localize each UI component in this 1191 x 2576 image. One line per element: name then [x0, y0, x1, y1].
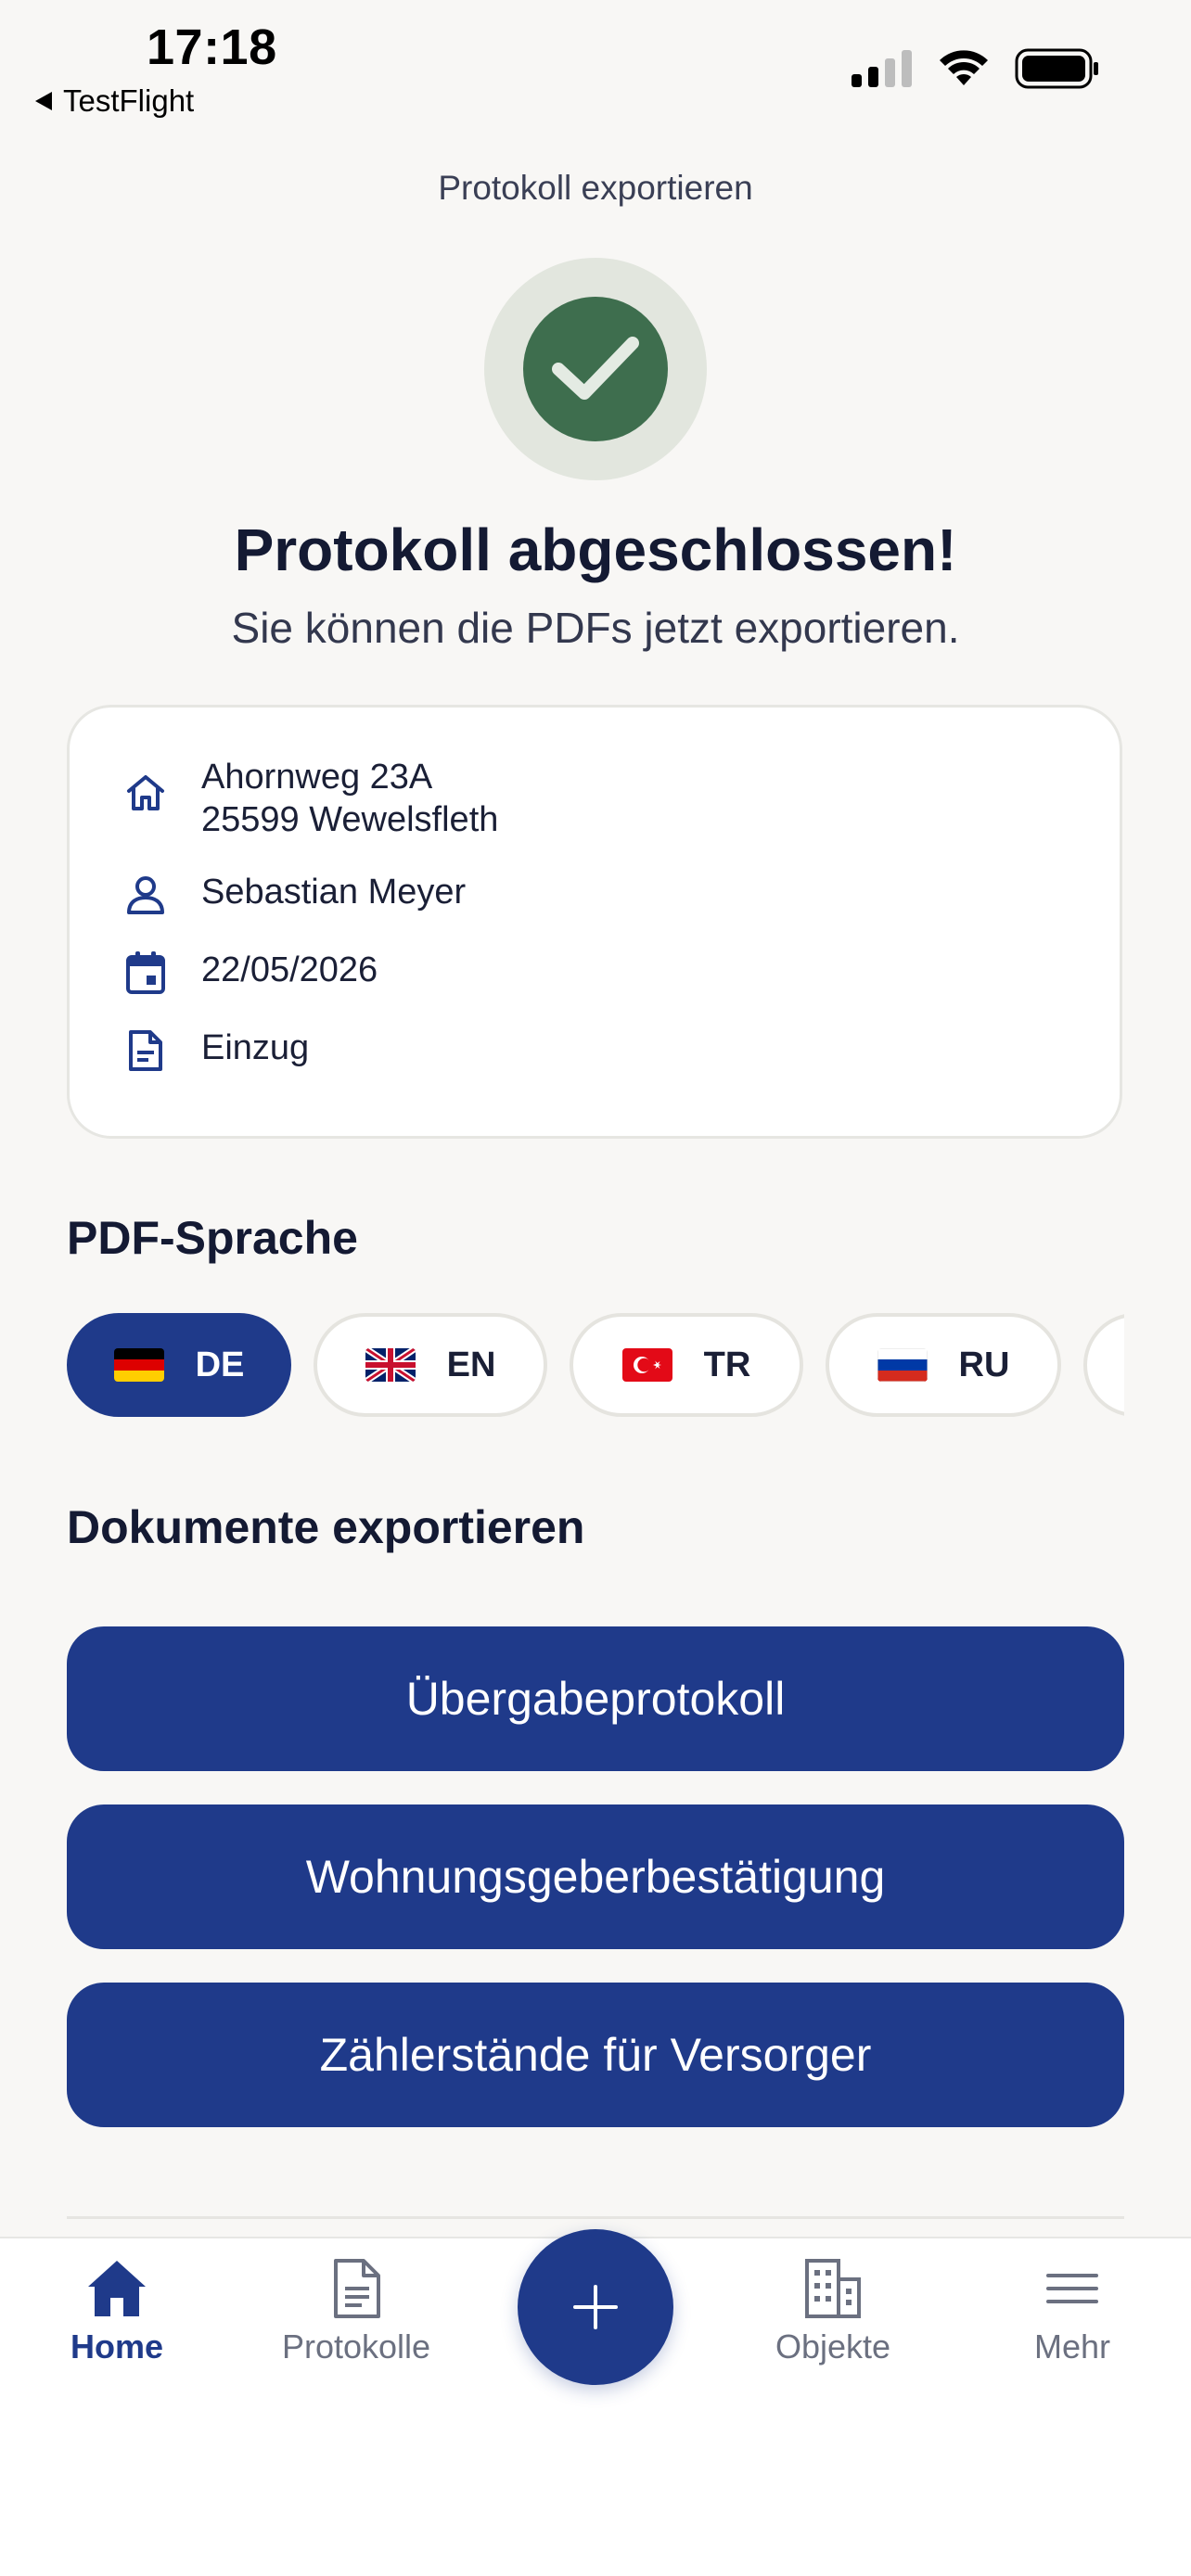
language-chip-de[interactable]: DE	[67, 1313, 291, 1417]
protocol-info-card: Ahornweg 23A 25599 Wewelsfleth Sebastian…	[67, 705, 1122, 1139]
add-protocol-button[interactable]	[518, 2229, 673, 2385]
back-app-label: TestFlight	[63, 83, 195, 118]
protocol-date: 22/05/2026	[201, 950, 378, 989]
export-handover-protocol-button[interactable]: Übergabeprotokoll	[67, 1626, 1124, 1771]
export-meter-readings-button[interactable]: Zählerstände für Versorger	[67, 1983, 1124, 2127]
person-row: Sebastian Meyer	[122, 871, 466, 919]
battery-icon	[1015, 48, 1098, 89]
russia-flag-icon	[877, 1348, 928, 1382]
document-icon	[334, 2259, 380, 2318]
date-row: 22/05/2026	[122, 949, 378, 997]
language-code: DE	[195, 1345, 245, 1384]
home-icon	[127, 775, 164, 810]
tab-home[interactable]: Home	[24, 2257, 210, 2366]
status-icons	[852, 48, 1100, 89]
export-heading: Dokumente exportieren	[67, 1501, 585, 1553]
person-icon	[127, 876, 164, 914]
type-row: Einzug	[122, 1027, 309, 1075]
uk-flag-icon	[365, 1348, 416, 1382]
tab-mehr[interactable]: Mehr	[980, 2257, 1165, 2366]
turkey-flag-icon	[621, 1348, 672, 1382]
checkmark-icon	[552, 337, 639, 400]
tab-label: Mehr	[1033, 2327, 1111, 2366]
signal-icon	[852, 50, 912, 87]
export-landlord-confirmation-button[interactable]: Wohnungsgeberbestätigung	[67, 1804, 1124, 1949]
address-city: 25599 Wewelsfleth	[201, 800, 499, 839]
success-badge	[484, 258, 707, 480]
language-code: EN	[446, 1345, 496, 1384]
protocol-type: Einzug	[201, 1028, 310, 1067]
plus-icon	[573, 2285, 618, 2329]
document-icon	[129, 1030, 162, 1071]
tab-label: Objekte	[775, 2327, 891, 2366]
language-chip-more[interactable]	[1083, 1313, 1124, 1417]
language-chip-tr[interactable]: TR	[570, 1313, 803, 1417]
page-title: Protokoll exportieren	[438, 169, 753, 207]
language-chip-ru[interactable]: RU	[826, 1313, 1061, 1417]
export-screen: 17:18 TestFlight Protokoll exportieren P…	[0, 0, 1191, 2576]
tab-label: Protokolle	[281, 2327, 431, 2366]
language-code: TR	[703, 1345, 751, 1384]
tab-protokolle[interactable]: Protokolle	[263, 2257, 449, 2366]
success-headline: Protokoll abgeschlossen!	[234, 516, 957, 583]
home-icon	[88, 2261, 146, 2316]
person-name: Sebastian Meyer	[201, 873, 467, 912]
language-chips: DE EN TR RU	[67, 1313, 1124, 1421]
calendar-icon	[126, 951, 165, 994]
menu-icon	[1046, 2274, 1098, 2303]
tab-label: Home	[70, 2327, 164, 2366]
back-to-app-link[interactable]: TestFlight	[35, 83, 194, 119]
language-code: RU	[958, 1345, 1010, 1384]
address-row: Ahornweg 23A 25599 Wewelsfleth	[122, 756, 498, 841]
back-triangle-icon	[35, 92, 52, 110]
language-chip-en[interactable]: EN	[314, 1313, 547, 1417]
divider	[67, 2216, 1124, 2219]
pdf-language-heading: PDF-Sprache	[67, 1212, 358, 1264]
germany-flag-icon	[113, 1348, 164, 1382]
success-subline: Sie können die PDFs jetzt exportieren.	[231, 604, 960, 652]
address-street: Ahornweg 23A	[201, 758, 433, 797]
tab-objekte[interactable]: Objekte	[740, 2257, 926, 2366]
building-icon	[805, 2259, 861, 2318]
status-time: 17:18	[147, 19, 277, 75]
wifi-icon	[940, 50, 988, 85]
